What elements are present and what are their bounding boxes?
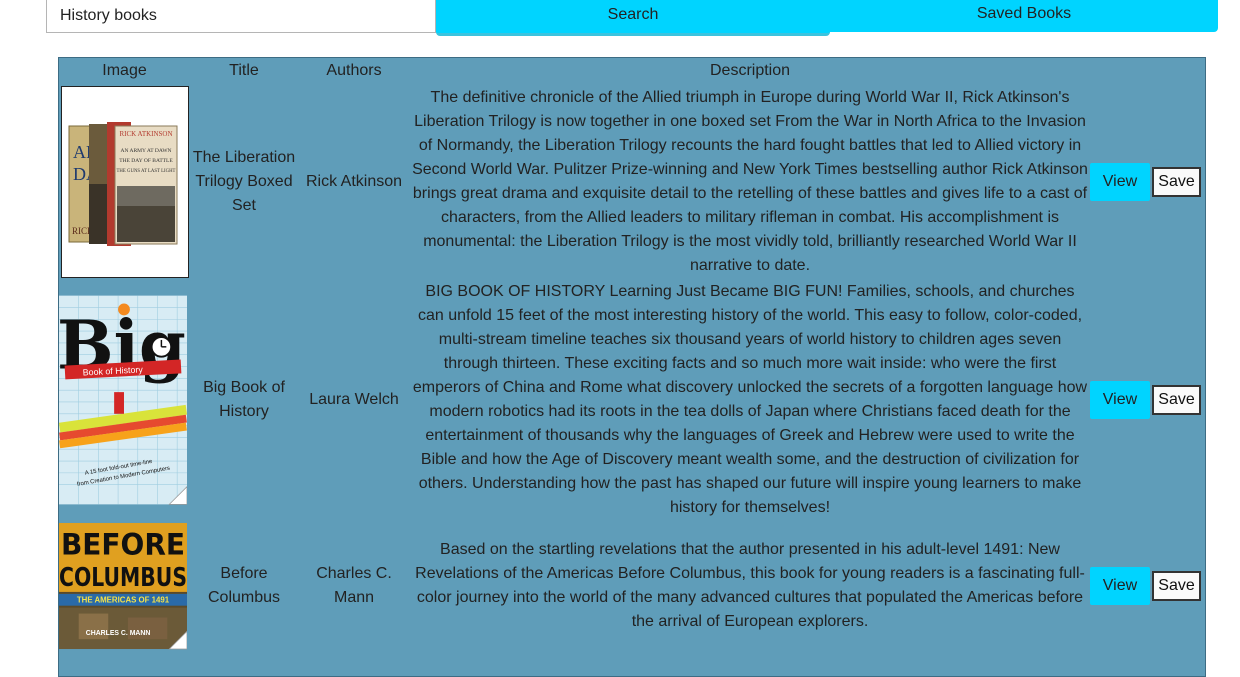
cover-subtitle-text: THE AMERICAS OF 1491 bbox=[77, 596, 170, 605]
view-button[interactable]: View bbox=[1090, 163, 1150, 201]
save-button[interactable]: Save bbox=[1152, 385, 1201, 415]
cover-title-text-1: AN ARMY AT DAWN bbox=[120, 148, 171, 154]
view-button[interactable]: View bbox=[1090, 567, 1150, 605]
cover-title-text-2: COLUMBUS bbox=[59, 563, 187, 593]
save-button[interactable]: Save bbox=[1152, 167, 1201, 197]
search-button[interactable]: Search bbox=[436, 0, 830, 36]
saved-books-button[interactable]: Saved Books bbox=[830, 0, 1218, 32]
table-row: BEFORE COLUMBUS THE AMERICAS OF 1491 CHA… bbox=[59, 520, 1205, 652]
table-row: AR DA RICK RICK ATKINSON AN ARMY AT DAWN… bbox=[59, 84, 1205, 280]
cover-title-text-2: THE DAY OF BATTLE bbox=[119, 158, 173, 164]
book-description: The definitive chronicle of the Allied t… bbox=[412, 89, 1088, 274]
book-authors: Charles C. Mann bbox=[316, 565, 392, 606]
top-bar: Search Saved Books bbox=[46, 0, 1218, 36]
save-button[interactable]: Save bbox=[1152, 571, 1201, 601]
book-description: Based on the startling revelations that … bbox=[415, 541, 1085, 630]
results-panel: Image Title Authors Description AR DA RI… bbox=[58, 57, 1206, 677]
table-header-row: Image Title Authors Description bbox=[59, 58, 1205, 84]
results-table: Image Title Authors Description AR DA RI… bbox=[59, 58, 1205, 652]
header-image: Image bbox=[102, 62, 147, 79]
header-authors: Authors bbox=[326, 62, 382, 79]
book-authors: Rick Atkinson bbox=[305, 173, 403, 190]
book-description: BIG BOOK OF HISTORY Learning Just Became… bbox=[412, 283, 1088, 516]
view-button[interactable]: View bbox=[1090, 381, 1150, 419]
table-row: Big Book of History A 15 foot fold-out t… bbox=[59, 280, 1205, 520]
cover-author-text: RICK ATKINSON bbox=[119, 130, 172, 138]
cover-author-text: CHARLES C. MANN bbox=[86, 630, 151, 637]
book-title: Big Book of History bbox=[203, 379, 285, 420]
book-title: The Liberation Trilogy Boxed Set bbox=[192, 149, 296, 214]
book-title: Before Columbus bbox=[207, 565, 281, 606]
header-title: Title bbox=[229, 62, 259, 79]
search-input[interactable] bbox=[46, 0, 436, 33]
book-cover-image: BEFORE COLUMBUS THE AMERICAS OF 1491 CHA… bbox=[59, 522, 187, 650]
book-cover-image: AR DA RICK RICK ATKINSON AN ARMY AT DAWN… bbox=[61, 86, 189, 278]
book-authors: Laura Welch bbox=[309, 391, 399, 408]
book-cover-image: Big Book of History A 15 foot fold-out t… bbox=[59, 295, 187, 505]
cover-title-text-1: BEFORE bbox=[61, 527, 185, 561]
header-description: Description bbox=[709, 62, 791, 79]
cover-title-text-3: THE GUNS AT LAST LIGHT bbox=[117, 169, 176, 174]
header-actions bbox=[1090, 58, 1205, 84]
